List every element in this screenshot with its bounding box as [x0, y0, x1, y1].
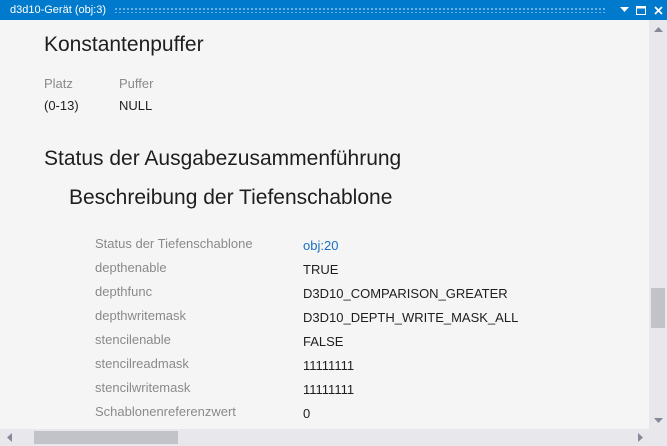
- horizontal-scroll-thumb[interactable]: [34, 431, 178, 444]
- property-value: FALSE: [303, 334, 344, 349]
- vertical-scrollbar[interactable]: [649, 20, 667, 429]
- slot-value: (0-13): [44, 98, 79, 113]
- property-label: stencilenable: [95, 332, 171, 347]
- constant-buffer-heading: Konstantenpuffer: [44, 33, 204, 56]
- property-label: stencilwritemask: [95, 380, 191, 395]
- document-view[interactable]: Konstantenpuffer Platz Puffer (0-13) NUL…: [0, 20, 649, 429]
- scrollbar-corner: [649, 429, 667, 446]
- property-label: depthenable: [95, 260, 167, 275]
- property-value: D3D10_COMPARISON_GREATER: [303, 286, 508, 301]
- dropdown-icon[interactable]: [616, 2, 632, 18]
- close-icon[interactable]: [650, 2, 666, 18]
- scroll-down-arrow-icon[interactable]: [649, 411, 667, 429]
- tool-window: d3d10-Gerät (obj:3) Konstantenpuffer Pla…: [0, 0, 667, 446]
- property-value: D3D10_DEPTH_WRITE_MASK_ALL: [303, 310, 519, 325]
- property-label: depthwritemask: [95, 308, 187, 323]
- scroll-right-arrow-icon[interactable]: [631, 429, 649, 446]
- depth-stencil-heading: Beschreibung der Tiefenschablone: [69, 186, 393, 209]
- output-merger-heading: Status der Ausgabezusammenführung: [44, 147, 402, 170]
- title-bar-grip[interactable]: [114, 7, 606, 13]
- property-value: 0: [303, 406, 311, 421]
- property-value: TRUE: [303, 262, 339, 277]
- depth-stencil-state-link[interactable]: obj:20: [303, 238, 338, 253]
- horizontal-scrollbar[interactable]: [0, 429, 649, 446]
- buffer-value: NULL: [119, 98, 153, 113]
- window-title: d3d10-Gerät (obj:3): [10, 4, 106, 16]
- vertical-scroll-thumb[interactable]: [651, 288, 665, 328]
- buffer-column-header: Puffer: [119, 76, 154, 91]
- title-bar[interactable]: d3d10-Gerät (obj:3): [0, 0, 667, 20]
- property-label: Schablonenreferenzwert: [95, 404, 236, 419]
- scroll-left-arrow-icon[interactable]: [0, 429, 18, 446]
- slot-column-header: Platz: [44, 76, 73, 91]
- scroll-up-arrow-icon[interactable]: [649, 20, 667, 38]
- maximize-icon[interactable]: [633, 2, 649, 18]
- property-value: 11111111: [303, 358, 355, 373]
- property-label: stencilreadmask: [95, 356, 189, 371]
- property-value: 11111111: [303, 382, 355, 397]
- property-label: Status der Tiefenschablone: [95, 236, 253, 251]
- property-label: depthfunc: [95, 284, 153, 299]
